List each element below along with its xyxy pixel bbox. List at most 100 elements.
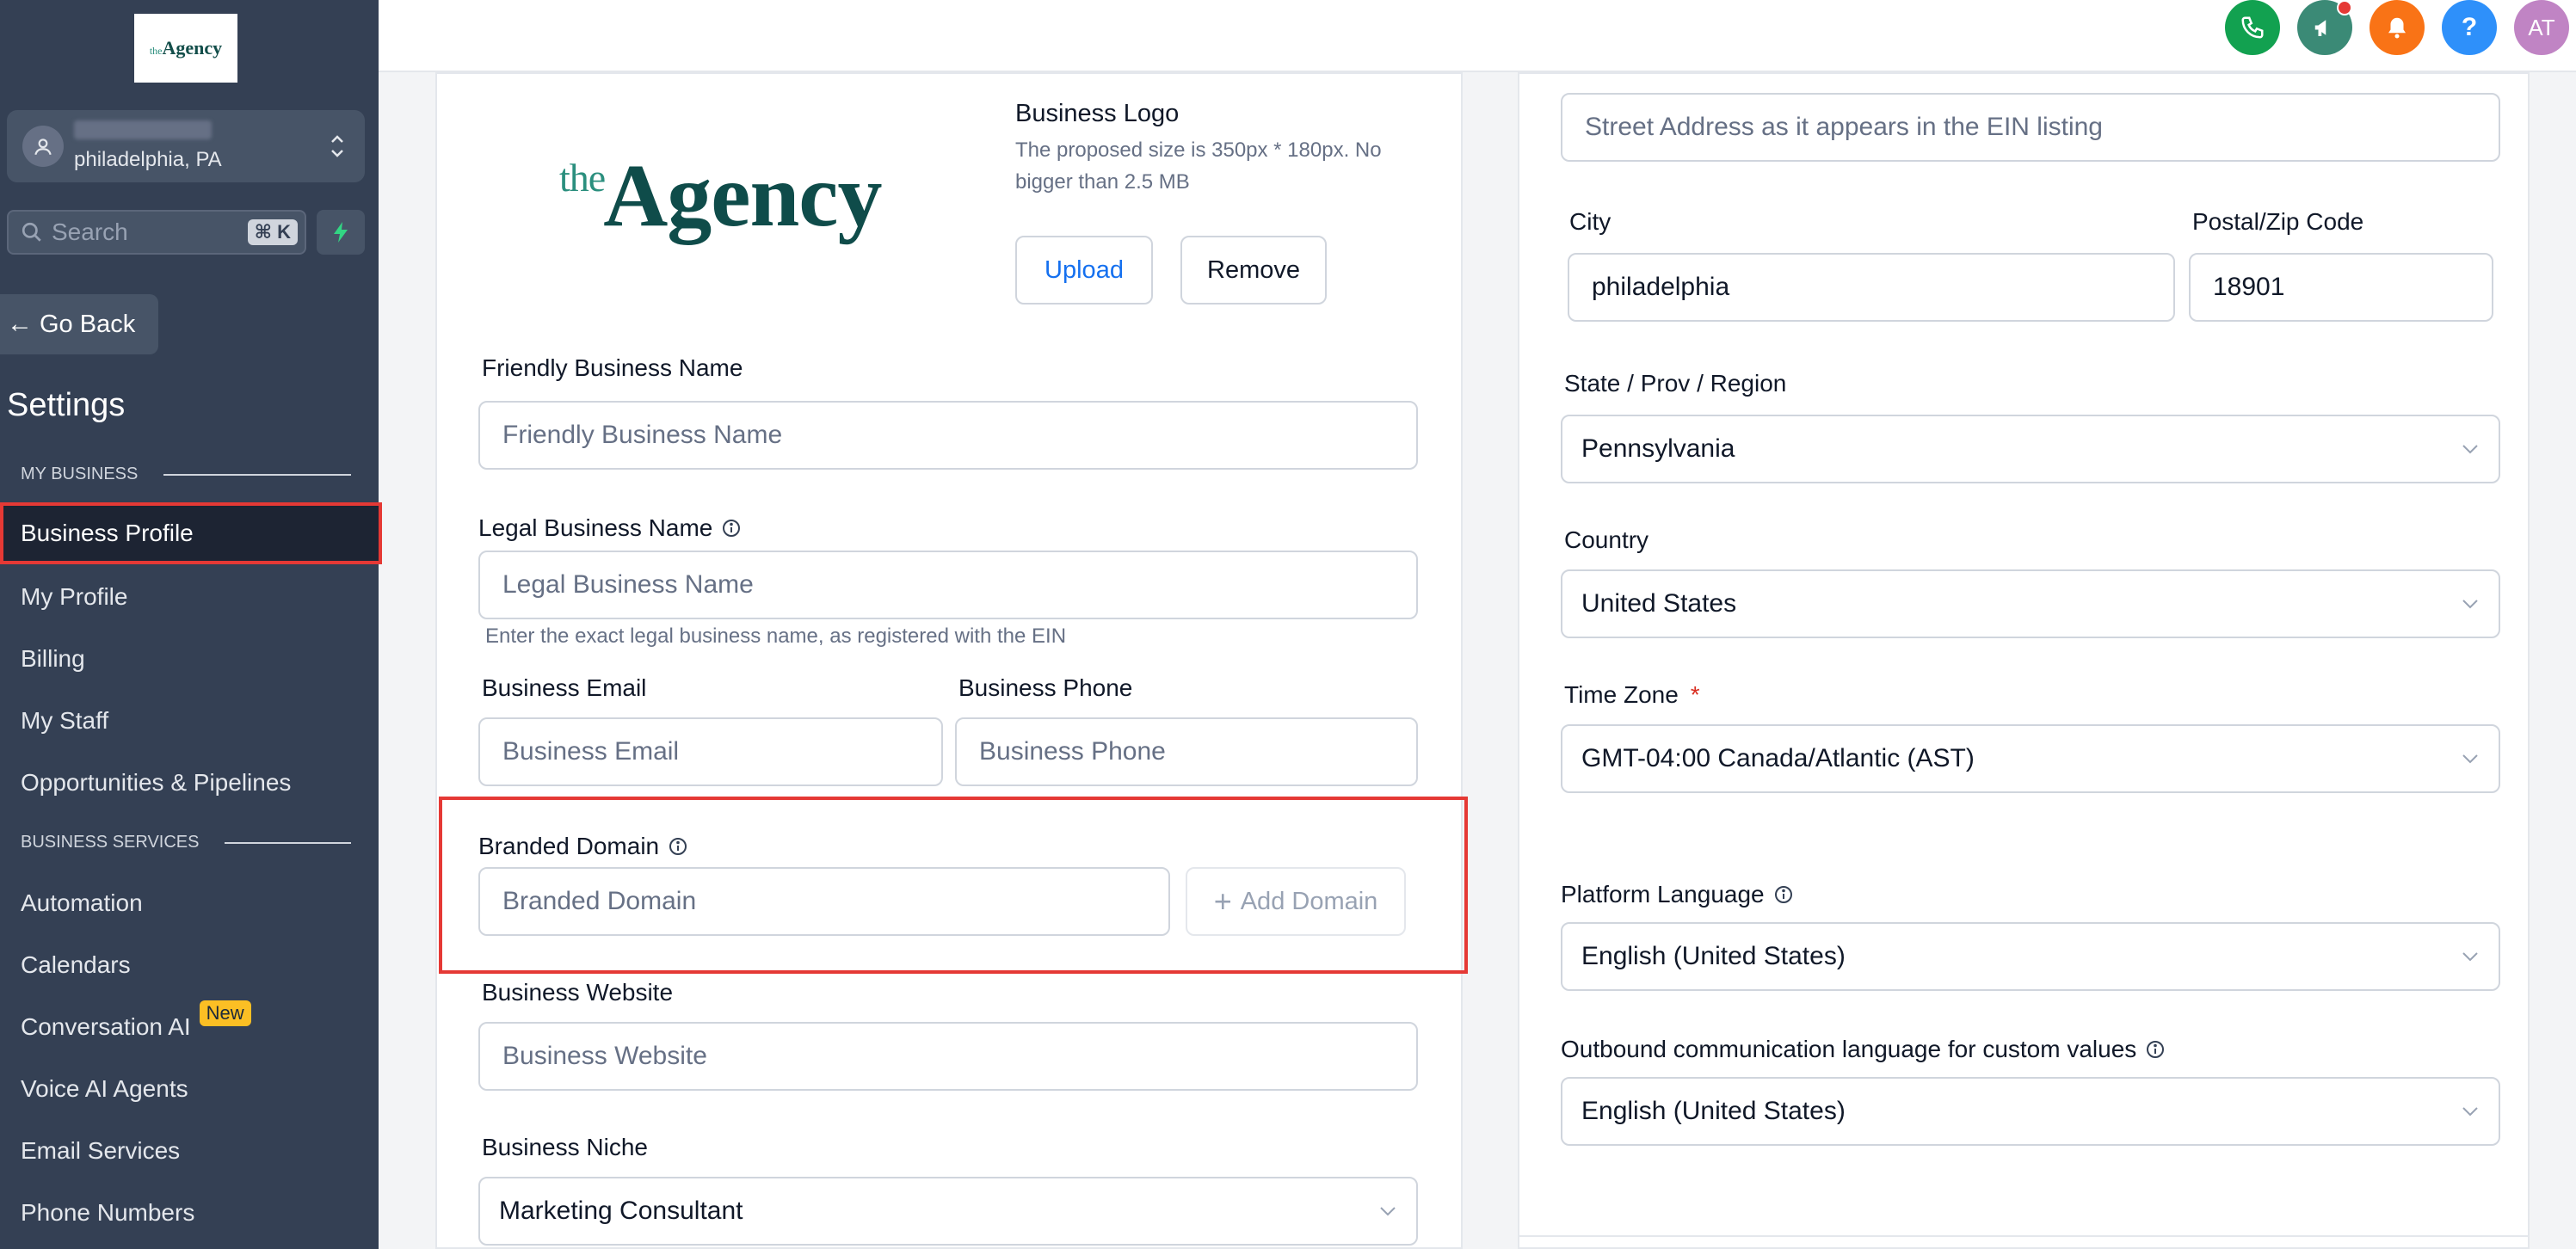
legal-name-label: Legal Business Name — [478, 514, 742, 542]
chevron-down-icon — [2462, 1107, 2478, 1117]
friendly-name-input[interactable]: Friendly Business Name — [478, 401, 1418, 470]
sidebar-item-voice-ai-agents[interactable]: Voice AI Agents — [0, 1058, 379, 1120]
branded-domain-input[interactable]: Branded Domain — [478, 867, 1170, 936]
business-niche-select[interactable]: Marketing Consultant — [478, 1177, 1418, 1246]
state-value: Pennsylvania — [1581, 434, 1735, 463]
location-name-redacted — [74, 120, 212, 139]
zip-code-label: Postal/Zip Code — [2192, 208, 2364, 235]
business-email-label: Business Email — [482, 674, 647, 701]
add-domain-button[interactable]: + Add Domain — [1186, 867, 1406, 936]
time-zone-value: GMT-04:00 Canada/Atlantic (AST) — [1581, 744, 1975, 772]
platform-language-label: Platform Language — [1561, 881, 1794, 908]
sidebar-item-conversation-ai[interactable]: Conversation AI New — [0, 996, 379, 1058]
phone-icon — [2241, 16, 2264, 39]
info-icon — [2147, 1041, 2165, 1058]
sidebar-item-billing[interactable]: Billing — [0, 628, 379, 690]
megaphone-icon — [2314, 20, 2326, 36]
new-badge: New — [199, 1000, 251, 1026]
outbound-language-value: English (United States) — [1581, 1097, 1846, 1125]
info-icon — [1774, 886, 1792, 903]
help-button[interactable]: ? — [2442, 0, 2497, 55]
zip-code-input[interactable]: 18901 — [2189, 253, 2493, 322]
business-website-input[interactable]: Business Website — [478, 1022, 1418, 1091]
outbound-language-select[interactable]: English (United States) — [1561, 1077, 2500, 1146]
chevron-down-icon — [2462, 445, 2478, 454]
sidebar-search[interactable]: Search ⌘ K — [7, 210, 306, 255]
city-label: City — [1569, 208, 1612, 235]
chevron-down-icon — [2462, 754, 2478, 764]
branded-domain-label: Branded Domain — [478, 833, 688, 860]
notification-dot — [2337, 0, 2352, 15]
remove-logo-button[interactable]: Remove — [1180, 236, 1327, 305]
platform-language-select[interactable]: English (United States) — [1561, 922, 2500, 991]
country-select[interactable]: United States — [1561, 569, 2500, 638]
time-zone-label: Time Zone * — [1564, 681, 1700, 708]
arrow-left-icon: ← — [7, 310, 33, 338]
sidebar: theAgency philadelphia, PA Search ⌘ K ← … — [0, 0, 382, 1249]
search-shortcut: ⌘ K — [247, 219, 298, 245]
legal-name-input[interactable]: Legal Business Name — [478, 551, 1418, 619]
business-logo-title: Business Logo — [1015, 100, 1180, 127]
country-value: United States — [1581, 589, 1737, 618]
plus-icon: + — [1213, 883, 1232, 919]
business-email-input[interactable]: Business Email — [478, 717, 943, 786]
chevron-down-icon — [1380, 1207, 1396, 1216]
avatar-initials: AT — [2528, 14, 2555, 40]
logo-the-text: the — [149, 45, 163, 57]
upload-logo-button[interactable]: Upload — [1015, 236, 1153, 305]
required-marker: * — [1690, 681, 1700, 708]
state-label: State / Prov / Region — [1564, 370, 1787, 397]
bell-icon — [2388, 17, 2406, 39]
business-logo-description: The proposed size is 350px * 180px. No b… — [1015, 138, 1382, 194]
go-back-button[interactable]: ← Go Back — [0, 294, 158, 354]
business-niche-value: Marketing Consultant — [499, 1197, 743, 1225]
business-phone-label: Business Phone — [958, 674, 1133, 701]
phone-button[interactable] — [2225, 0, 2280, 55]
location-switcher[interactable]: philadelphia, PA — [7, 110, 365, 182]
chevron-up-down-icon — [320, 132, 354, 161]
agency-logo[interactable]: theAgency — [134, 14, 237, 83]
sidebar-item-opportunities[interactable]: Opportunities & Pipelines — [0, 752, 379, 814]
address-card — [1518, 72, 2530, 1249]
card-divider — [1519, 1235, 2528, 1237]
sidebar-item-my-staff[interactable]: My Staff — [0, 690, 379, 752]
sidebar-item-my-profile[interactable]: My Profile — [0, 566, 379, 628]
sidebar-item-phone-numbers[interactable]: Phone Numbers — [0, 1182, 379, 1244]
search-icon — [22, 222, 41, 242]
platform-language-value: English (United States) — [1581, 942, 1846, 970]
announcements-button[interactable] — [2297, 0, 2352, 55]
search-placeholder: Search — [52, 218, 128, 245]
sidebar-item-business-profile[interactable]: Business Profile — [0, 502, 382, 564]
location-city: philadelphia, PA — [74, 148, 222, 171]
help-icon: ? — [2461, 13, 2478, 41]
chevron-down-icon — [2462, 600, 2478, 609]
friendly-name-label: Friendly Business Name — [482, 354, 743, 381]
lightning-icon — [334, 222, 348, 243]
quick-action-button[interactable] — [317, 210, 365, 255]
business-phone-input[interactable]: Business Phone — [955, 717, 1418, 786]
country-label: Country — [1564, 526, 1649, 553]
business-logo-preview: theAgency — [559, 146, 882, 245]
info-icon — [669, 838, 687, 855]
city-input[interactable]: philadelphia — [1568, 253, 2175, 322]
section-business-services: BUSINESS SERVICES — [21, 833, 351, 852]
state-select[interactable]: Pennsylvania — [1561, 415, 2500, 483]
logo-main-text: Agency — [162, 37, 223, 58]
outbound-language-label: Outbound communication language for cust… — [1561, 1036, 2166, 1063]
sidebar-item-email-services[interactable]: Email Services — [0, 1120, 379, 1182]
street-address-input[interactable]: Street Address as it appears in the EIN … — [1561, 93, 2500, 162]
notifications-button[interactable] — [2370, 0, 2425, 55]
business-niche-label: Business Niche — [482, 1134, 648, 1160]
sidebar-item-calendars[interactable]: Calendars — [0, 934, 379, 996]
sidebar-item-automation[interactable]: Automation — [0, 872, 379, 934]
section-my-business: MY BUSINESS — [21, 465, 351, 484]
user-avatar[interactable]: AT — [2514, 0, 2569, 55]
chevron-down-icon — [2462, 952, 2478, 962]
go-back-label: Go Back — [40, 310, 136, 338]
top-bar: ? AT — [379, 0, 2576, 72]
info-icon — [723, 520, 741, 537]
settings-title: Settings — [7, 387, 126, 423]
location-icon — [22, 126, 64, 167]
time-zone-select[interactable]: GMT-04:00 Canada/Atlantic (AST) — [1561, 724, 2500, 793]
business-website-label: Business Website — [482, 979, 674, 1006]
